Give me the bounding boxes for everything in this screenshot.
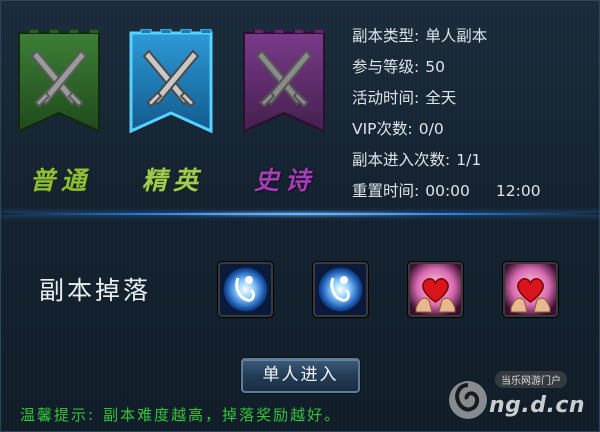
info-value: 00:00 (425, 182, 470, 200)
drop-item-slot[interactable] (408, 262, 463, 317)
tip-text: 温馨提示: 副本难度越高，掉落奖励越好。 (20, 404, 341, 425)
dungeon-panel: 普通 精英 史诗 副本类型: 单人副本 参与等级: 50 活动时间: 全天 VIP次数… (0, 0, 600, 432)
drop-item-slot[interactable] (503, 262, 558, 317)
heart-in-hands-icon (410, 264, 461, 315)
crossed-swords-banner-icon (243, 29, 325, 133)
info-value: 全天 (425, 89, 457, 107)
info-label: 副本进入次数: (352, 151, 451, 169)
info-label: 副本类型: (352, 27, 420, 45)
info-label: 活动时间: (352, 89, 420, 107)
difficulty-label-elite[interactable]: 精英 (123, 161, 223, 197)
watermark: 当乐网游门户 ng.d.cn (441, 367, 600, 432)
info-value: 0/0 (418, 120, 444, 138)
difficulty-banner-epic[interactable] (242, 29, 326, 137)
crossed-swords-banner-icon (129, 29, 213, 134)
info-row-type: 副本类型: 单人副本 (352, 21, 597, 52)
crossed-swords-banner-icon (18, 29, 100, 133)
tip-prefix: 温馨提示: (20, 406, 96, 424)
drop-item-slot[interactable] (218, 262, 273, 317)
difficulty-label-epic[interactable]: 史诗 (235, 161, 335, 197)
difficulty-banner-normal[interactable] (17, 29, 101, 137)
section-divider (1, 209, 600, 219)
info-label: 重置时间: (352, 182, 420, 200)
blue-orb-icon (220, 264, 271, 315)
drops-title: 副本掉落 (39, 276, 152, 305)
info-row-reset: 重置时间: 00:00 12:00 (352, 176, 597, 207)
dungeon-info: 副本类型: 单人副本 参与等级: 50 活动时间: 全天 VIP次数: 0/0 副本进入… (352, 21, 597, 207)
difficulty-label-normal[interactable]: 普通 (11, 161, 111, 197)
info-label: VIP次数: (352, 120, 413, 138)
info-row-time: 活动时间: 全天 (352, 83, 597, 114)
info-row-level: 参与等级: 50 (352, 52, 597, 83)
info-row-vip: VIP次数: 0/0 (352, 114, 597, 145)
watermark-badge: 当乐网游门户 (495, 371, 567, 388)
solo-enter-button[interactable]: 单人进入 (241, 358, 360, 393)
info-row-entries: 副本进入次数: 1/1 (352, 145, 597, 176)
drop-item-slot[interactable] (313, 262, 368, 317)
heart-in-hands-icon (505, 264, 556, 315)
info-value: 50 (425, 58, 445, 76)
watermark-site: ng.d.cn (489, 393, 586, 418)
site-logo-icon (449, 381, 487, 419)
blue-orb-icon (315, 264, 366, 315)
info-label: 参与等级: (352, 58, 420, 76)
difficulty-banner-elite[interactable] (129, 29, 213, 137)
info-value: 1/1 (456, 151, 482, 169)
info-value: 单人副本 (425, 27, 488, 45)
info-value: 12:00 (495, 182, 541, 200)
tip-body: 副本难度越高，掉落奖励越好。 (103, 406, 342, 424)
